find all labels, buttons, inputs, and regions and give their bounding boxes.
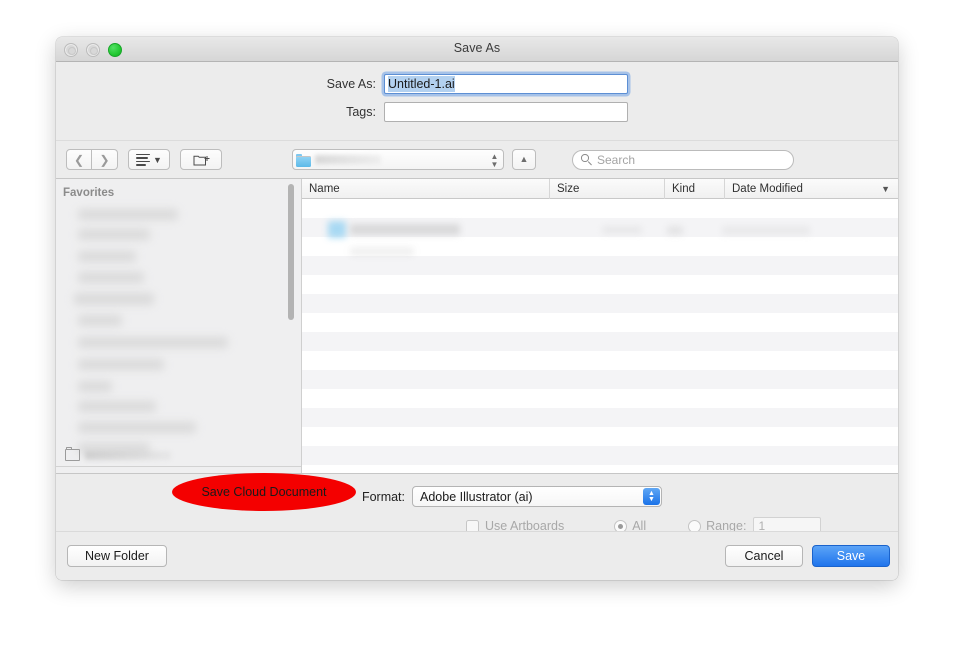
column-header-kind[interactable]: Kind bbox=[665, 179, 725, 199]
sidebar-item[interactable] bbox=[78, 422, 196, 433]
up-down-arrows-icon: ▲ ▼ bbox=[643, 488, 660, 505]
table-row[interactable] bbox=[302, 294, 898, 313]
table-row[interactable] bbox=[302, 389, 898, 408]
table-row[interactable] bbox=[302, 351, 898, 370]
sidebar: Favorites bbox=[56, 179, 302, 473]
screenshot-root: Save As Save As: Untitled-1.ai Tags: ❮ ❯… bbox=[0, 0, 953, 655]
sidebar-item[interactable] bbox=[74, 293, 154, 305]
sidebar-item[interactable] bbox=[78, 251, 136, 262]
format-selected-value: Adobe Illustrator (ai) bbox=[420, 489, 533, 504]
sidebar-item[interactable] bbox=[78, 337, 228, 348]
format-row: Format: Adobe Illustrator (ai) ▲ ▼ bbox=[56, 486, 662, 507]
column-header-size[interactable]: Size bbox=[550, 179, 665, 199]
format-select[interactable]: Adobe Illustrator (ai) ▲ ▼ bbox=[412, 486, 662, 507]
column-header-date-label: Date Modified bbox=[732, 182, 803, 195]
go-up-button[interactable]: ▲ bbox=[512, 149, 536, 170]
column-header-name[interactable]: Name bbox=[302, 179, 550, 199]
back-button[interactable]: ❮ bbox=[66, 149, 92, 170]
chevron-left-icon: ❮ bbox=[73, 152, 85, 167]
sidebar-item[interactable] bbox=[78, 229, 150, 240]
tags-label: Tags: bbox=[346, 105, 376, 119]
back-forward-segment: ❮ ❯ bbox=[66, 149, 118, 170]
sidebar-item[interactable] bbox=[65, 447, 171, 461]
sidebar-item[interactable] bbox=[78, 209, 178, 220]
table-row[interactable] bbox=[302, 256, 898, 275]
titlebar: Save As bbox=[56, 37, 898, 62]
search-icon bbox=[581, 154, 592, 166]
file-list-header: Name Size Kind Date Modified ▼ bbox=[302, 179, 898, 199]
filename-value: Untitled-1.ai bbox=[388, 76, 455, 92]
chevron-down-icon: ▼ bbox=[881, 183, 890, 194]
path-popup-button[interactable]: ▲ ▼ bbox=[292, 149, 504, 170]
sidebar-item[interactable] bbox=[78, 359, 164, 370]
table-row[interactable] bbox=[302, 408, 898, 427]
search-placeholder: Search bbox=[597, 152, 636, 167]
new-folder-button[interactable]: New Folder bbox=[67, 545, 167, 567]
file-date-text bbox=[722, 226, 810, 235]
forward-button[interactable]: ❯ bbox=[92, 149, 118, 170]
cancel-button[interactable]: Cancel bbox=[725, 545, 803, 567]
folder-icon bbox=[296, 153, 311, 167]
save-button[interactable]: Save bbox=[812, 545, 890, 567]
chevron-up-icon: ▲ bbox=[519, 154, 529, 164]
column-header-date-modified[interactable]: Date Modified ▼ bbox=[725, 179, 898, 199]
sidebar-item-label bbox=[85, 450, 171, 460]
table-row[interactable] bbox=[302, 332, 898, 351]
file-kind-text bbox=[667, 226, 683, 235]
file-name-text bbox=[350, 224, 460, 235]
file-name-text bbox=[350, 247, 414, 256]
tags-input[interactable] bbox=[384, 102, 628, 122]
sidebar-scrollbar[interactable] bbox=[288, 184, 294, 320]
up-down-arrows-icon: ▲ ▼ bbox=[490, 152, 499, 169]
sidebar-item[interactable] bbox=[78, 381, 112, 392]
sidebar-item[interactable] bbox=[78, 401, 156, 412]
tags-row: Tags: bbox=[56, 102, 898, 122]
table-row[interactable] bbox=[302, 199, 898, 218]
current-folder-name bbox=[315, 155, 381, 164]
file-icon bbox=[328, 221, 346, 238]
new-folder-icon bbox=[193, 155, 209, 165]
sidebar-divider bbox=[56, 466, 301, 467]
new-folder-toolbar-button[interactable] bbox=[180, 149, 222, 170]
annotation-label: Save Cloud Document bbox=[201, 485, 327, 499]
table-row[interactable] bbox=[302, 313, 898, 332]
sidebar-item[interactable] bbox=[78, 272, 144, 283]
annotation-ellipse: Save Cloud Document bbox=[172, 473, 356, 511]
chevron-right-icon: ❯ bbox=[99, 152, 110, 167]
save-as-label: Save As: bbox=[326, 77, 376, 91]
file-size-text bbox=[602, 226, 642, 234]
table-row[interactable] bbox=[302, 446, 898, 465]
navigation-toolbar: ❮ ❯ ▼ ▲ ▼ ▲ Search bbox=[56, 140, 898, 178]
filename-input[interactable]: Untitled-1.ai bbox=[384, 74, 628, 94]
search-input[interactable]: Search bbox=[572, 149, 794, 170]
chevron-down-icon: ▼ bbox=[153, 154, 162, 165]
folder-icon bbox=[65, 447, 80, 461]
name-panel: Save As: Untitled-1.ai Tags: bbox=[56, 62, 898, 140]
save-as-row: Save As: Untitled-1.ai bbox=[56, 74, 898, 94]
file-list: Name Size Kind Date Modified ▼ bbox=[302, 179, 898, 473]
list-view-icon bbox=[136, 152, 151, 168]
sidebar-item[interactable] bbox=[78, 315, 122, 326]
table-row[interactable] bbox=[302, 275, 898, 294]
sidebar-section-favorites: Favorites bbox=[63, 187, 115, 199]
view-options-button[interactable]: ▼ bbox=[128, 149, 170, 170]
table-row[interactable] bbox=[302, 370, 898, 389]
dialog-footer: New Folder Cancel Save bbox=[56, 531, 898, 580]
file-rows bbox=[302, 199, 898, 473]
table-row[interactable] bbox=[302, 427, 898, 446]
browser-body: Favorites Name Size Kind Date Modified ▼ bbox=[56, 178, 898, 473]
window-title: Save As bbox=[453, 41, 501, 55]
